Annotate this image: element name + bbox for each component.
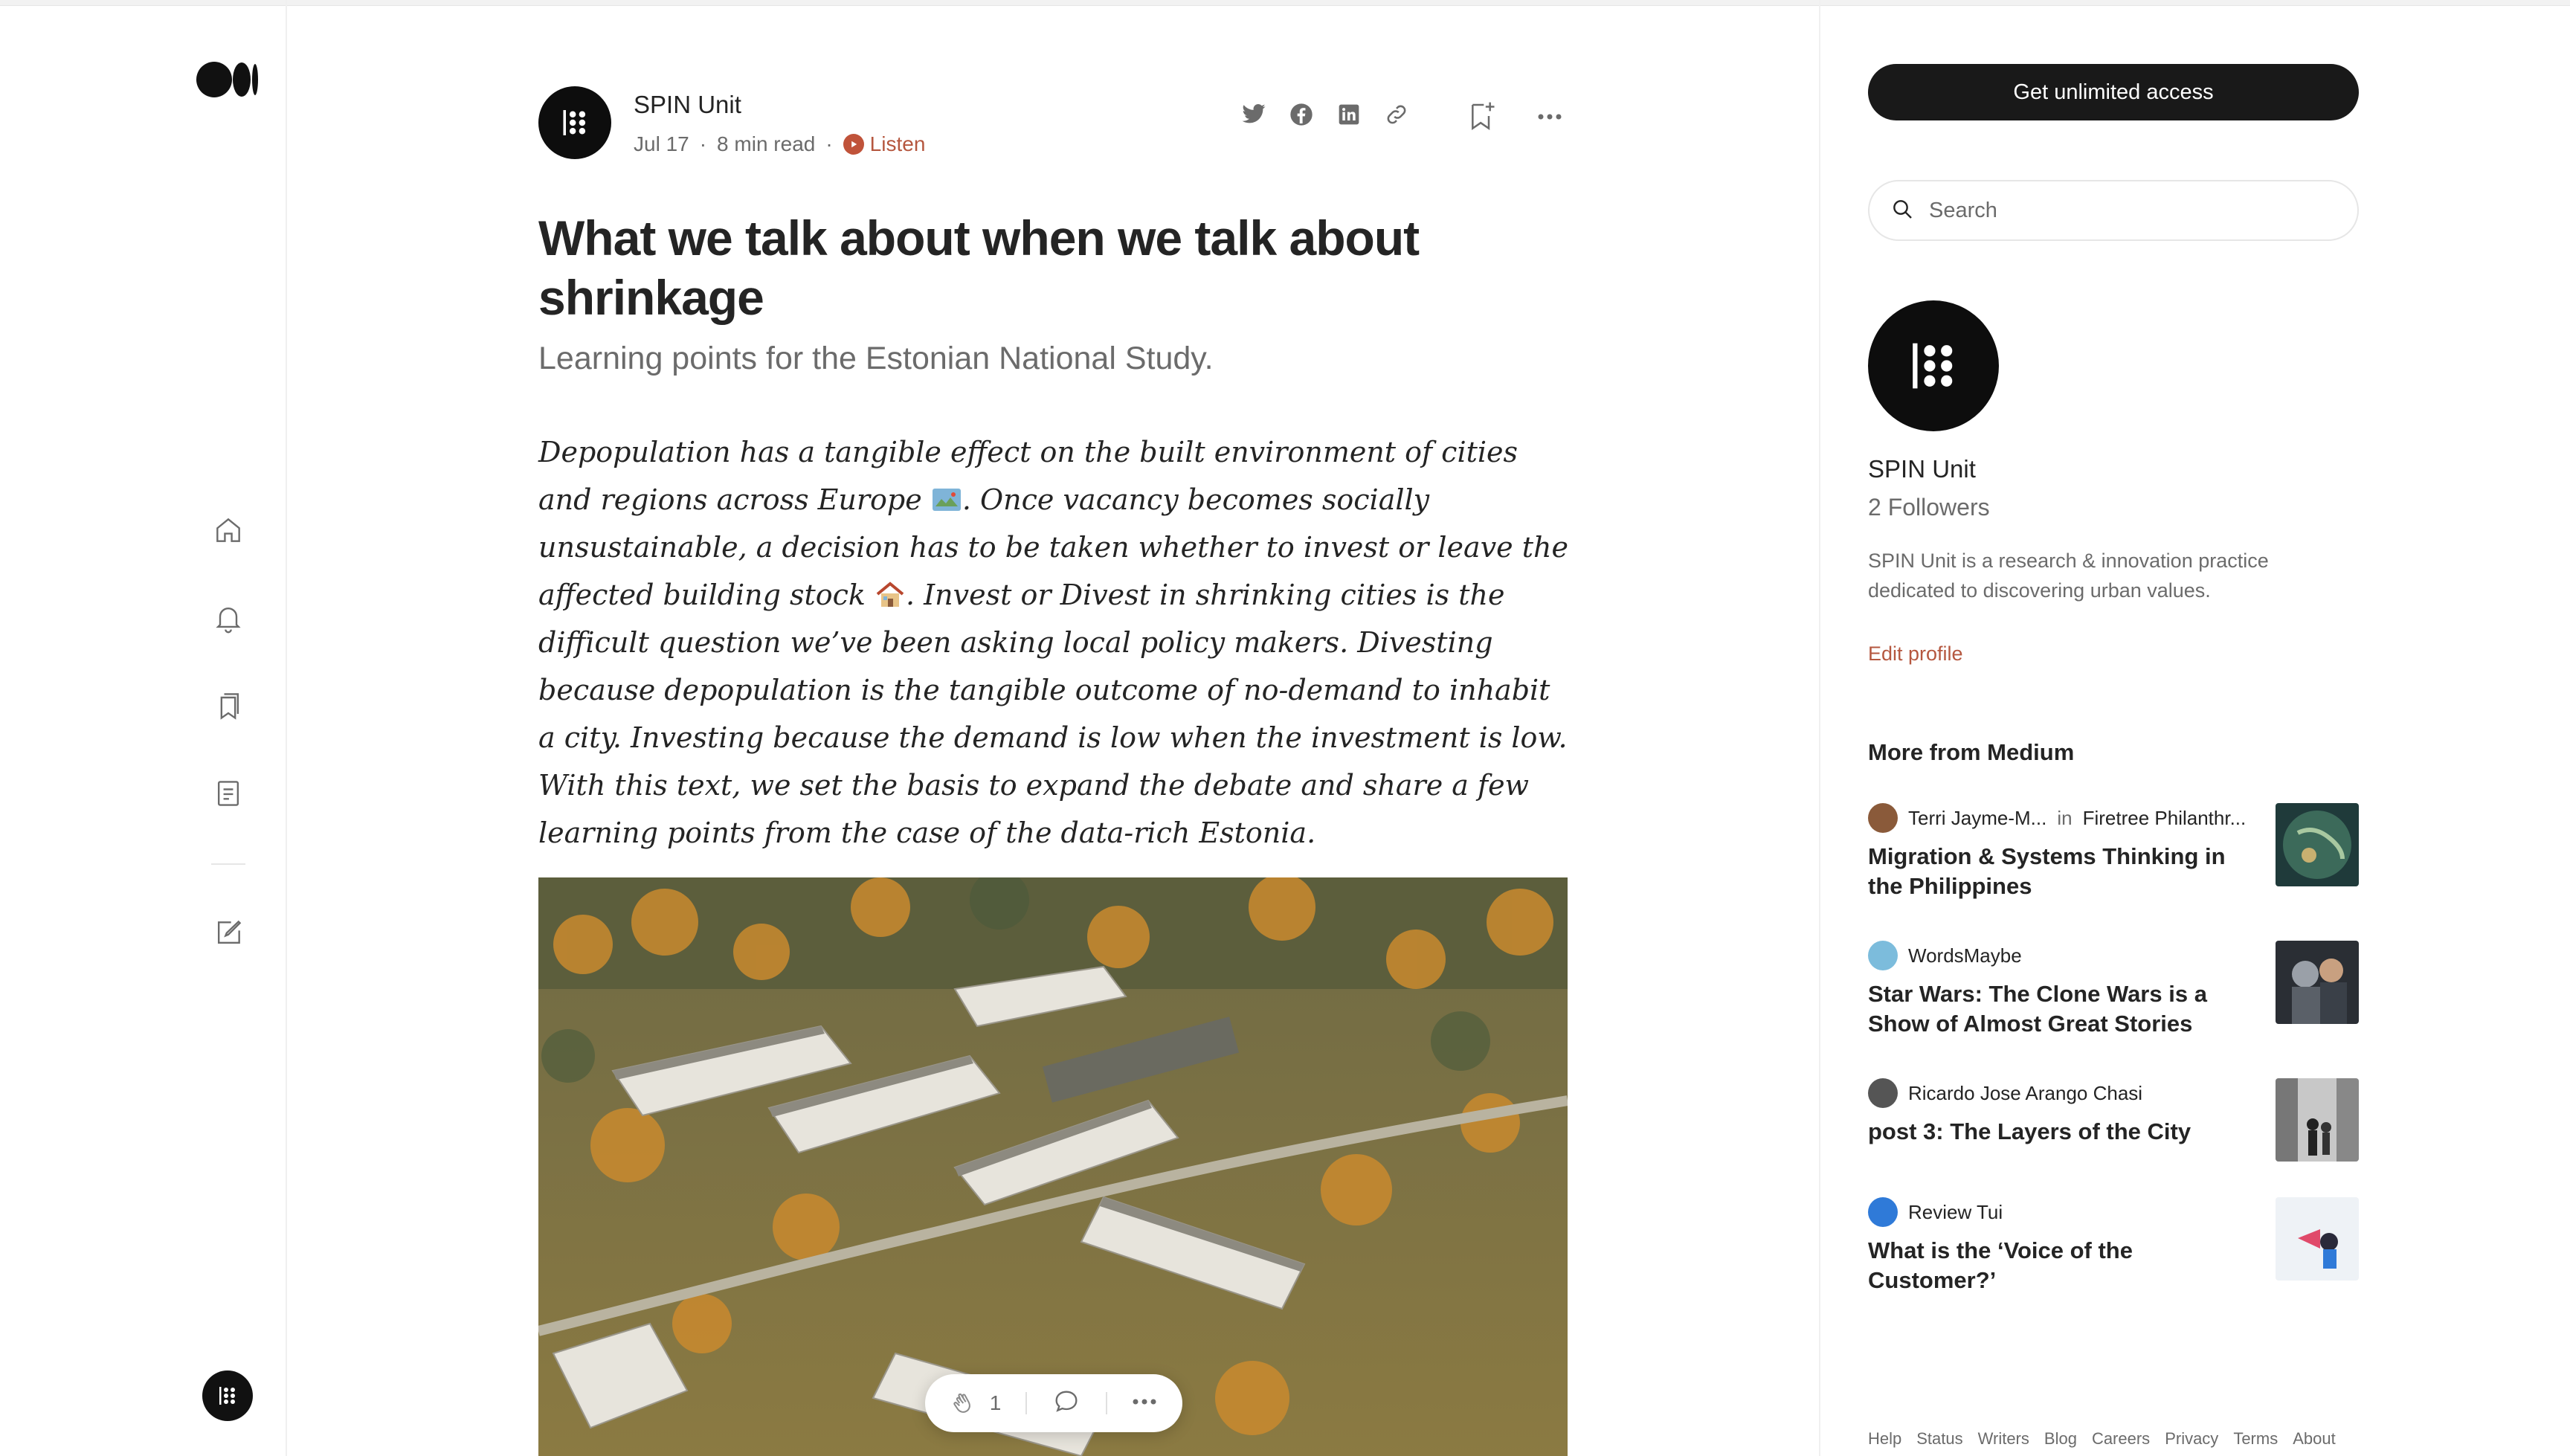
article-meta: Jul 17 · 8 min read · Listen <box>634 132 925 156</box>
story-item[interactable]: Review Tui What is the ‘Voice of the Cus… <box>1868 1197 2359 1301</box>
author-name[interactable]: SPIN Unit <box>634 91 741 119</box>
footer-link-blog[interactable]: Blog <box>2044 1429 2077 1449</box>
more-options-icon[interactable] <box>1535 106 1565 128</box>
author-header: SPIN Unit Jul 17 · 8 min read · Listen <box>538 86 1568 161</box>
pill-separator <box>1025 1392 1028 1414</box>
user-avatar[interactable] <box>202 1370 253 1421</box>
clap-button[interactable]: 1 <box>950 1388 1002 1418</box>
author-avatar[interactable] <box>538 86 611 159</box>
hero-image <box>538 877 1568 1456</box>
author-avatar-icon <box>1868 941 1898 970</box>
story-thumbnail[interactable] <box>2276 941 2359 1024</box>
search-icon <box>1890 197 1914 225</box>
story-author[interactable]: Ricardo Jose Arango Chasi <box>1908 1082 2142 1105</box>
meta-separator: · <box>825 132 833 155</box>
article-intro: Depopulation has a tangible effect on th… <box>538 428 1574 857</box>
profile-name[interactable]: SPIN Unit <box>1868 455 1976 483</box>
story-title[interactable]: Migration & Systems Thinking in the Phil… <box>1868 842 2240 901</box>
nav-divider <box>211 863 245 865</box>
footer-link-terms[interactable]: Terms <box>2233 1429 2278 1449</box>
story-thumbnail[interactable] <box>2276 1197 2359 1281</box>
author-avatar-icon <box>1868 1197 1898 1227</box>
profile-avatar[interactable] <box>1868 300 1999 431</box>
bookmark-add-icon[interactable] <box>1466 100 1496 132</box>
medium-logo[interactable] <box>196 61 258 98</box>
story-meta: Terri Jayme-M... in Firetree Philanthr..… <box>1868 803 2246 833</box>
article-actions-bar: 1 <box>925 1374 1182 1432</box>
footer-link-about[interactable]: About <box>2293 1429 2336 1449</box>
footer-link-writers[interactable]: Writers <box>1978 1429 2029 1449</box>
clap-count: 1 <box>989 1391 1002 1414</box>
publish-date: Jul 17 <box>634 132 689 155</box>
footer-link-status[interactable]: Status <box>1916 1429 1962 1449</box>
more-from-medium-heading: More from Medium <box>1868 739 2075 765</box>
author-avatar-icon <box>1868 1078 1898 1108</box>
story-item[interactable]: WordsMaybe Star Wars: The Clone Wars is … <box>1868 941 2359 1045</box>
stories-icon[interactable] <box>211 776 245 811</box>
play-icon <box>843 134 864 155</box>
map-emoji-icon <box>931 480 962 511</box>
twitter-icon[interactable] <box>1240 101 1267 128</box>
footer-link-privacy[interactable]: Privacy <box>2165 1429 2218 1449</box>
article-title: What we talk about when we talk about sh… <box>538 210 1420 325</box>
story-meta: Ricardo Jose Arango Chasi <box>1868 1078 2142 1108</box>
story-author[interactable]: Terri Jayme-M... <box>1908 807 2046 830</box>
share-icons <box>1240 101 1410 128</box>
comment-icon[interactable] <box>1051 1387 1081 1420</box>
right-sidebar: Get unlimited access SPIN Unit 2 Followe… <box>1819 0 2570 1456</box>
more-actions-icon[interactable] <box>1131 1397 1158 1411</box>
story-publication[interactable]: Firetree Philanthr... <box>2083 807 2247 830</box>
read-time: 8 min read <box>717 132 816 155</box>
search-input[interactable] <box>1929 198 2331 223</box>
story-meta: Review Tui <box>1868 1197 2003 1227</box>
author-avatar-icon <box>1868 803 1898 833</box>
story-title[interactable]: What is the ‘Voice of the Customer?’ <box>1868 1236 2240 1295</box>
house-emoji-icon <box>875 576 906 607</box>
search-box[interactable] <box>1868 180 2359 241</box>
profile-followers[interactable]: 2 Followers <box>1868 494 1990 521</box>
story-meta: WordsMaybe <box>1868 941 2022 970</box>
pill-separator <box>1105 1392 1107 1414</box>
story-thumbnail[interactable] <box>2276 1078 2359 1162</box>
left-navigation <box>0 0 287 1456</box>
write-icon[interactable] <box>211 916 245 950</box>
home-icon[interactable] <box>211 513 245 547</box>
story-thumbnail[interactable] <box>2276 803 2359 886</box>
story-title[interactable]: Star Wars: The Clone Wars is a Show of A… <box>1868 979 2240 1039</box>
linkedin-icon[interactable] <box>1336 101 1362 128</box>
bookmarks-icon[interactable] <box>211 689 245 723</box>
footer-link-help[interactable]: Help <box>1868 1429 1901 1449</box>
profile-bio: SPIN Unit is a research & innovation pra… <box>1868 550 2269 602</box>
facebook-icon[interactable] <box>1288 101 1315 128</box>
footer-link-careers[interactable]: Careers <box>2092 1429 2150 1449</box>
listen-label: Listen <box>869 132 926 155</box>
listen-button[interactable]: Listen <box>843 132 926 156</box>
intro-text-3: . Invest or Divest in shrinking cities i… <box>538 579 1568 849</box>
story-author[interactable]: WordsMaybe <box>1908 944 2022 967</box>
story-author[interactable]: Review Tui <box>1908 1201 2003 1224</box>
article-subtitle: Learning points for the Estonian Nationa… <box>538 341 1214 376</box>
story-item[interactable]: Ricardo Jose Arango Chasi post 3: The La… <box>1868 1078 2359 1182</box>
story-title[interactable]: post 3: The Layers of the City <box>1868 1117 2240 1147</box>
story-item[interactable]: Terri Jayme-M... in Firetree Philanthr..… <box>1868 803 2359 907</box>
link-icon[interactable] <box>1383 101 1410 128</box>
bell-icon[interactable] <box>211 601 245 635</box>
story-in-label: in <box>2057 806 2073 829</box>
edit-profile-link[interactable]: Edit profile <box>1868 642 1963 666</box>
meta-separator: · <box>699 132 707 155</box>
footer-links: Help Status Writers Blog Careers Privacy… <box>1868 1429 2336 1449</box>
get-unlimited-access-button[interactable]: Get unlimited access <box>1868 64 2359 120</box>
